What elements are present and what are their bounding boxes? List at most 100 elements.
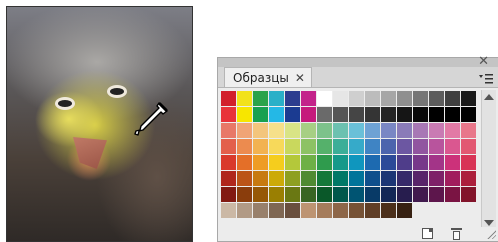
panel-title-strip[interactable] — [218, 58, 498, 67]
color-swatch[interactable] — [253, 123, 268, 138]
color-swatch[interactable] — [317, 187, 332, 202]
color-swatch[interactable] — [349, 91, 364, 106]
new-swatch-icon[interactable] — [422, 228, 433, 239]
color-swatch[interactable] — [349, 155, 364, 170]
color-swatch[interactable] — [397, 139, 412, 154]
color-swatch[interactable] — [221, 123, 236, 138]
color-swatch[interactable] — [365, 139, 380, 154]
color-swatch[interactable] — [381, 107, 396, 122]
color-swatch[interactable] — [445, 91, 460, 106]
color-swatch[interactable] — [381, 91, 396, 106]
color-swatch[interactable] — [253, 107, 268, 122]
color-swatch[interactable] — [413, 171, 428, 186]
color-swatch[interactable] — [429, 155, 444, 170]
color-swatch[interactable] — [365, 123, 380, 138]
color-swatch[interactable] — [237, 123, 252, 138]
color-swatch[interactable] — [445, 187, 460, 202]
color-swatch[interactable] — [349, 171, 364, 186]
color-swatch[interactable] — [333, 107, 348, 122]
color-swatch[interactable] — [461, 139, 476, 154]
color-swatch[interactable] — [429, 123, 444, 138]
color-swatch[interactable] — [365, 107, 380, 122]
color-swatch[interactable] — [461, 187, 476, 202]
color-swatch[interactable] — [285, 187, 300, 202]
panel-menu-icon[interactable] — [478, 73, 494, 85]
color-swatch[interactable] — [269, 155, 284, 170]
color-swatch[interactable] — [317, 155, 332, 170]
color-swatch[interactable] — [301, 171, 316, 186]
color-swatch[interactable] — [253, 139, 268, 154]
color-swatch[interactable] — [269, 171, 284, 186]
color-swatch[interactable] — [365, 203, 380, 218]
color-swatch[interactable] — [429, 139, 444, 154]
color-swatch[interactable] — [301, 203, 316, 218]
color-swatch[interactable] — [317, 91, 332, 106]
color-swatch[interactable] — [253, 203, 268, 218]
color-swatch[interactable] — [381, 187, 396, 202]
color-swatch[interactable] — [349, 107, 364, 122]
color-swatch[interactable] — [237, 91, 252, 106]
color-swatch[interactable] — [269, 187, 284, 202]
color-swatch[interactable] — [301, 155, 316, 170]
color-swatch[interactable] — [221, 203, 236, 218]
color-swatch[interactable] — [365, 171, 380, 186]
trash-icon[interactable] — [451, 228, 462, 240]
color-swatch[interactable] — [413, 155, 428, 170]
color-swatch[interactable] — [381, 139, 396, 154]
scroll-down-icon[interactable] — [484, 220, 494, 226]
color-swatch[interactable] — [221, 187, 236, 202]
color-swatch[interactable] — [253, 171, 268, 186]
color-swatch[interactable] — [413, 139, 428, 154]
color-swatch[interactable] — [237, 107, 252, 122]
color-swatch[interactable] — [397, 187, 412, 202]
color-swatch[interactable] — [365, 155, 380, 170]
color-swatch[interactable] — [333, 139, 348, 154]
color-swatch[interactable] — [237, 155, 252, 170]
color-swatch[interactable] — [381, 203, 396, 218]
color-swatch[interactable] — [445, 107, 460, 122]
color-swatch[interactable] — [301, 139, 316, 154]
color-swatch[interactable] — [461, 123, 476, 138]
color-swatch[interactable] — [349, 187, 364, 202]
color-swatch[interactable] — [253, 91, 268, 106]
color-swatch[interactable] — [221, 139, 236, 154]
scroll-up-icon[interactable] — [484, 94, 494, 100]
color-swatch[interactable] — [269, 107, 284, 122]
color-swatch[interactable] — [333, 171, 348, 186]
color-swatch[interactable] — [349, 139, 364, 154]
color-swatch[interactable] — [429, 171, 444, 186]
color-swatch[interactable] — [317, 139, 332, 154]
color-swatch[interactable] — [317, 203, 332, 218]
color-swatch[interactable] — [397, 91, 412, 106]
color-swatch[interactable] — [301, 91, 316, 106]
color-swatch[interactable] — [445, 171, 460, 186]
color-swatch[interactable] — [237, 139, 252, 154]
color-swatch[interactable] — [381, 123, 396, 138]
panel-close-icon[interactable]: ✕ — [478, 55, 489, 68]
color-swatch[interactable] — [413, 187, 428, 202]
color-swatch[interactable] — [269, 91, 284, 106]
color-swatch[interactable] — [413, 123, 428, 138]
color-swatch[interactable] — [285, 107, 300, 122]
color-swatch[interactable] — [333, 123, 348, 138]
color-swatch[interactable] — [445, 155, 460, 170]
color-swatch[interactable] — [429, 91, 444, 106]
color-swatch[interactable] — [269, 139, 284, 154]
color-swatch[interactable] — [237, 171, 252, 186]
color-swatch[interactable] — [237, 203, 252, 218]
color-swatch[interactable] — [269, 123, 284, 138]
color-swatch[interactable] — [317, 123, 332, 138]
color-swatch[interactable] — [381, 155, 396, 170]
color-swatch[interactable] — [349, 203, 364, 218]
color-swatch[interactable] — [285, 171, 300, 186]
color-swatch[interactable] — [333, 155, 348, 170]
color-swatch[interactable] — [317, 171, 332, 186]
color-swatch[interactable] — [285, 91, 300, 106]
color-swatch[interactable] — [397, 203, 412, 218]
color-swatch[interactable] — [429, 107, 444, 122]
color-swatch[interactable] — [461, 171, 476, 186]
color-swatch[interactable] — [413, 107, 428, 122]
color-swatch[interactable] — [349, 123, 364, 138]
color-swatch[interactable] — [397, 123, 412, 138]
color-swatch[interactable] — [301, 107, 316, 122]
